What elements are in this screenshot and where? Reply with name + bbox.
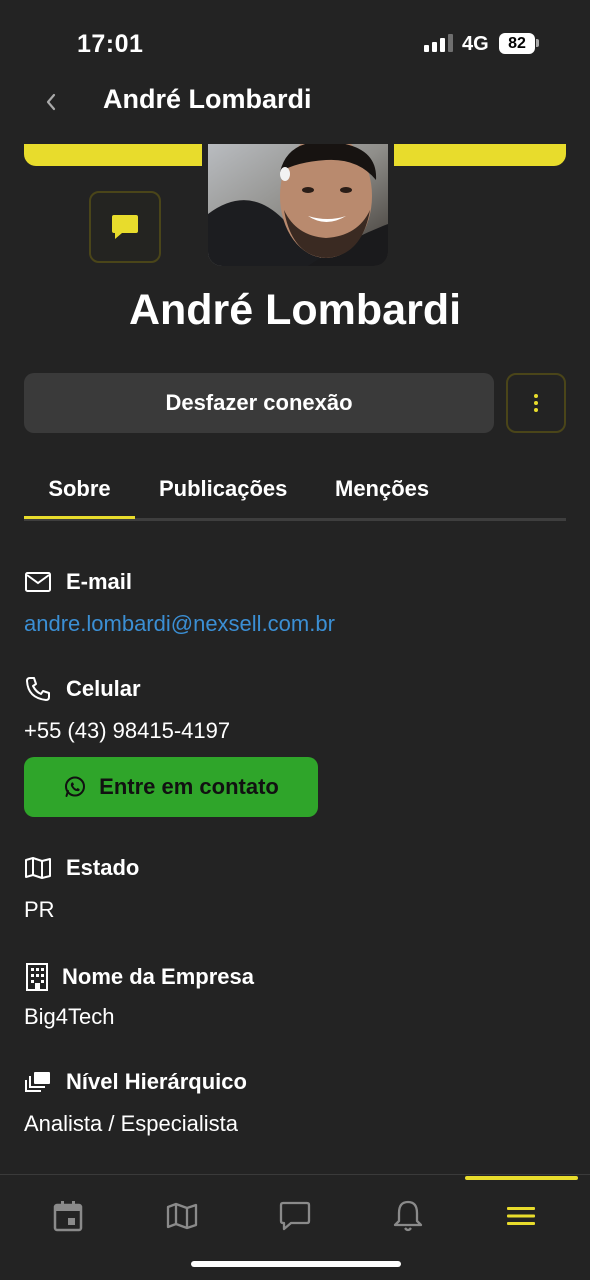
- map-icon: [25, 857, 51, 879]
- tab-sobre[interactable]: Sobre: [24, 476, 135, 502]
- layers-icon: [25, 1072, 50, 1092]
- home-indicator: [191, 1261, 401, 1267]
- back-icon[interactable]: [42, 88, 62, 116]
- state-value: PR: [24, 897, 55, 922]
- whatsapp-button-label: Entre em contato: [99, 774, 279, 799]
- calendar-icon[interactable]: [48, 1196, 88, 1236]
- battery-icon: 82: [499, 33, 535, 54]
- tab-publicacoes[interactable]: Publicações: [159, 476, 287, 502]
- email-label: E-mail: [66, 569, 133, 594]
- level-label-row: Nível Hierárquico: [24, 1069, 247, 1095]
- mail-icon: [25, 572, 51, 592]
- company-label: Nome da Empresa: [62, 964, 254, 989]
- bell-icon[interactable]: [388, 1196, 428, 1236]
- network-type: 4G: [462, 33, 489, 55]
- more-options-button[interactable]: [506, 373, 566, 433]
- banner-right: [394, 144, 566, 166]
- company-label-row: Nome da Empresa: [24, 962, 254, 992]
- state-label-row: Estado: [24, 855, 139, 881]
- avatar: [208, 144, 388, 266]
- email-label-row: E-mail: [24, 569, 132, 595]
- state-label: Estado: [66, 855, 140, 880]
- header-title: André Lombardi: [103, 84, 312, 114]
- whatsapp-icon: [65, 776, 86, 797]
- bottom-nav-active-indicator: [465, 1176, 578, 1180]
- disconnect-button[interactable]: Desfazer conexão: [24, 373, 494, 433]
- tab-mencoes[interactable]: Menções: [335, 476, 429, 502]
- banner-left: [24, 144, 202, 166]
- map-icon[interactable]: [162, 1196, 202, 1236]
- email-link[interactable]: andre.lombardi@nexsell.com.br: [24, 611, 335, 637]
- profile-name: André Lombardi: [128, 286, 462, 334]
- chat-button[interactable]: [89, 191, 161, 263]
- phone-label-row: Celular: [24, 676, 141, 702]
- phone-value: +55 (43) 98415-4197: [24, 718, 231, 743]
- signal-icon: [424, 34, 454, 52]
- message-icon: [112, 215, 138, 239]
- whatsapp-contact-button[interactable]: Entre em contato: [24, 757, 318, 817]
- chat-icon[interactable]: [275, 1196, 315, 1236]
- bottom-nav-divider: [0, 1174, 590, 1175]
- level-label: Nível Hierárquico: [66, 1069, 247, 1094]
- building-icon: [26, 963, 48, 991]
- phone-icon: [26, 677, 50, 701]
- phone-label: Celular: [66, 676, 141, 701]
- status-time: 17:01: [77, 30, 144, 58]
- tab-active-indicator: [24, 516, 135, 519]
- battery-tip: [536, 39, 539, 47]
- level-value: Analista / Especialista: [24, 1111, 238, 1136]
- menu-icon[interactable]: [501, 1196, 541, 1236]
- company-value: Big4Tech: [24, 1004, 115, 1029]
